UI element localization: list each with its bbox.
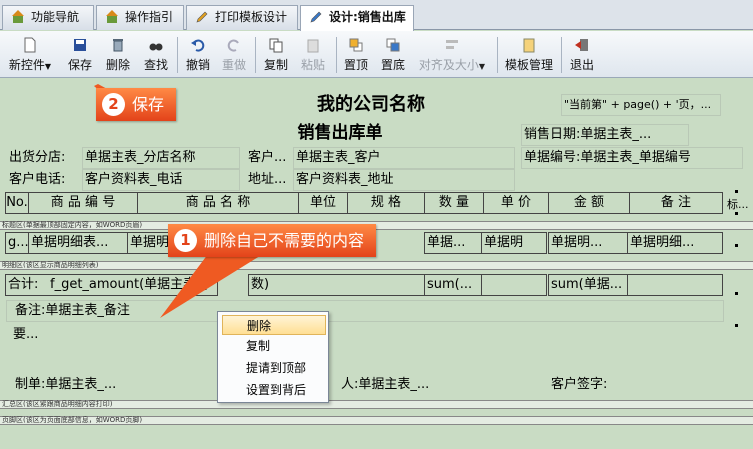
callout-arrows xyxy=(94,84,276,318)
save-callout: 2 保存 xyxy=(96,88,177,121)
callout-number: 2 xyxy=(102,93,125,116)
menu-item-bring-to-top[interactable]: 提请到顶部 xyxy=(222,358,326,378)
delete-callout: 1 删除自己不需要的内容 xyxy=(168,224,377,257)
menu-item-send-to-back[interactable]: 设置到背后 xyxy=(222,380,326,400)
callout-number: 1 xyxy=(174,229,197,252)
callout-text: 保存 xyxy=(132,95,165,114)
context-menu: 删除 复制 提请到顶部 设置到背后 xyxy=(217,311,329,403)
callout-text: 删除自己不需要的内容 xyxy=(204,231,365,250)
menu-item-delete[interactable]: 删除 xyxy=(222,315,326,335)
menu-item-copy[interactable]: 复制 xyxy=(222,336,326,356)
